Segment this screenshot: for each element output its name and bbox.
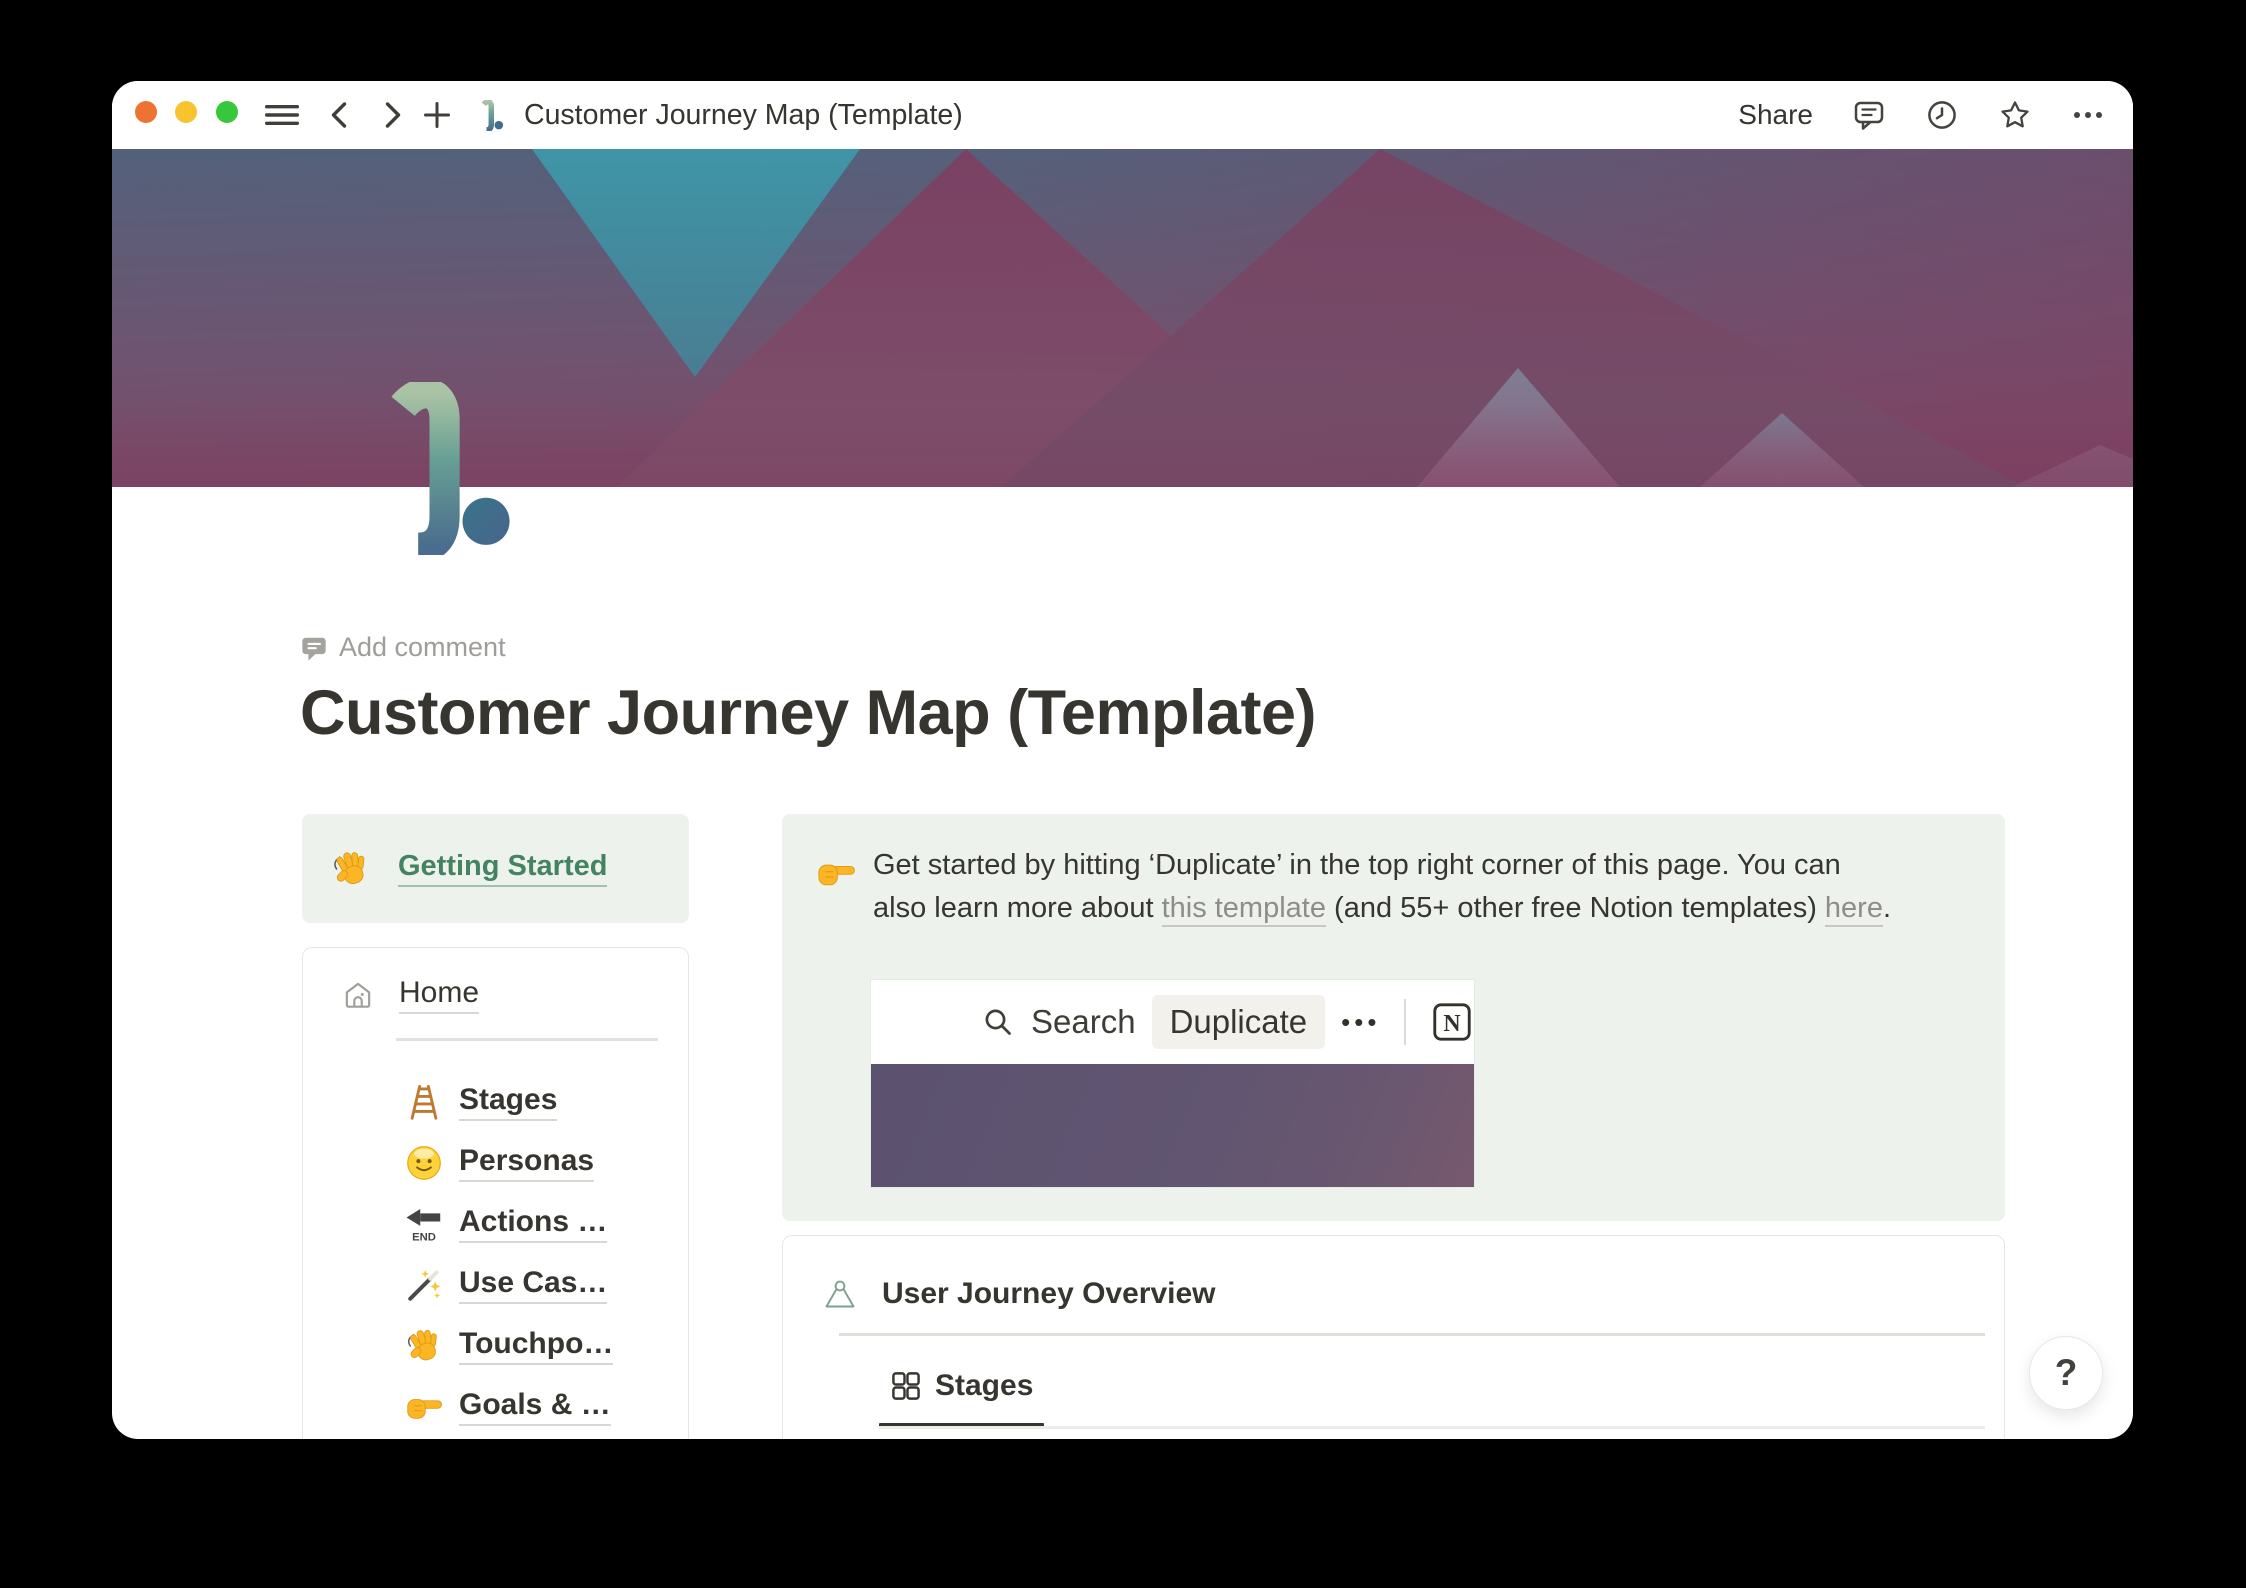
duplicate-instruction-screenshot[interactable]: Search Duplicate ••• N Op <box>871 980 1474 1187</box>
callout-end-text: . <box>1882 892 1892 924</box>
back-button[interactable] <box>326 81 354 149</box>
divider <box>1404 999 1407 1045</box>
ladder-emoji <box>404 1082 444 1122</box>
home-link-label: Home <box>399 976 480 1014</box>
titlebar: Customer Journey Map (Template) Share <box>112 81 2133 149</box>
nav-item-label: Goals & … <box>459 1388 611 1426</box>
titlebar-page-title: Customer Journey Map (Template) <box>524 98 963 131</box>
nav-item-label: Use Cas… <box>459 1266 608 1304</box>
duplicate-button-image: Duplicate <box>1151 995 1326 1049</box>
help-button[interactable]: ? <box>2029 1336 2103 1410</box>
nav-item-personas[interactable]: Personas <box>404 1143 595 1183</box>
share-button[interactable]: Share <box>1738 99 1813 131</box>
search-icon <box>981 1005 1015 1039</box>
navigation-card: Home Stages Personas Actions … Use Cas… … <box>302 947 689 1439</box>
waving-hand-emoji <box>330 848 372 890</box>
nav-item-label: Stages <box>459 1083 558 1121</box>
nav-item-use-cases[interactable]: Use Cas… <box>404 1265 608 1305</box>
add-comment-label: Add comment <box>339 632 506 662</box>
pointing-right-emoji <box>815 852 857 894</box>
callout-mid-text: (and 55+ other free Notion templates) <box>1325 892 1825 924</box>
sidebar-menu-button[interactable] <box>262 81 302 149</box>
page-title[interactable]: Customer Journey Map (Template) <box>300 677 1317 749</box>
page-icon-small <box>480 81 506 149</box>
favorite-star-icon[interactable] <box>1998 98 2032 132</box>
ellipsis-menu-image: ••• <box>1341 1006 1381 1037</box>
callout-line2: also learn more about <box>873 892 1162 924</box>
smiley-emoji <box>404 1143 444 1183</box>
tab-stages[interactable]: Stages <box>890 1369 1033 1403</box>
nav-item-stages[interactable]: Stages <box>404 1082 558 1122</box>
forward-button[interactable] <box>378 81 406 149</box>
app-window: Customer Journey Map (Template) Share Ad… <box>112 81 2133 1439</box>
get-started-callout: Get started by hitting ‘Duplicate’ in th… <box>782 814 2005 1221</box>
waving-hand-emoji <box>404 1326 444 1366</box>
add-comment-button[interactable]: Add comment <box>300 632 506 663</box>
nav-item-actions[interactable]: Actions … <box>404 1204 608 1244</box>
magic-wand-emoji <box>404 1265 444 1305</box>
comments-icon[interactable] <box>1852 98 1886 132</box>
nav-item-home[interactable]: Home <box>341 976 480 1014</box>
divider <box>396 1038 658 1041</box>
minimize-window-button[interactable] <box>175 101 197 123</box>
screenshot-cover-area <box>871 1064 1474 1187</box>
help-label: ? <box>2054 1352 2078 1393</box>
page-icon-logo[interactable] <box>388 382 520 555</box>
screenshot-topbar: Search Duplicate ••• N Op <box>871 980 1474 1064</box>
svg-text:N: N <box>1444 1011 1461 1037</box>
user-journey-overview-card: User Journey Overview Stages <box>782 1235 2005 1439</box>
tab-track-line <box>879 1426 1985 1429</box>
history-clock-icon[interactable] <box>1925 98 1959 132</box>
close-window-button[interactable] <box>135 101 157 123</box>
user-journey-overview-link[interactable]: User Journey Overview <box>822 1276 1216 1312</box>
tab-stages-label: Stages <box>935 1369 1034 1402</box>
nav-item-label: Personas <box>459 1144 595 1182</box>
zoom-window-button[interactable] <box>216 101 238 123</box>
divider <box>839 1333 1985 1336</box>
new-tab-button[interactable] <box>421 81 453 149</box>
more-options-icon[interactable] <box>2071 98 2105 132</box>
nav-item-label: Actions … <box>459 1205 608 1243</box>
nav-item-touchpoints[interactable]: Touchpo… <box>404 1326 614 1366</box>
comment-bubble-icon <box>300 634 328 662</box>
callout-line1: Get started by hitting ‘Duplicate’ in th… <box>873 849 1841 881</box>
search-label: Search <box>1031 1003 1136 1040</box>
notion-logo-icon: N <box>1433 1003 1472 1041</box>
callout-text: Get started by hitting ‘Duplicate’ in th… <box>873 844 1993 930</box>
grid-icon <box>890 1370 922 1402</box>
overview-title: User Journey Overview <box>882 1277 1216 1310</box>
nav-item-goals[interactable]: Goals & … <box>404 1387 611 1427</box>
getting-started-callout: Getting Started <box>302 814 689 923</box>
here-link[interactable]: here <box>1824 892 1883 927</box>
home-icon <box>341 978 375 1012</box>
person-triangle-icon <box>822 1276 858 1312</box>
getting-started-link[interactable]: Getting Started <box>398 850 608 887</box>
end-arrow-emoji <box>404 1204 444 1244</box>
pointing-right-emoji <box>404 1387 444 1427</box>
this-template-link[interactable]: this template <box>1161 892 1326 927</box>
nav-item-label: Touchpo… <box>459 1327 614 1365</box>
